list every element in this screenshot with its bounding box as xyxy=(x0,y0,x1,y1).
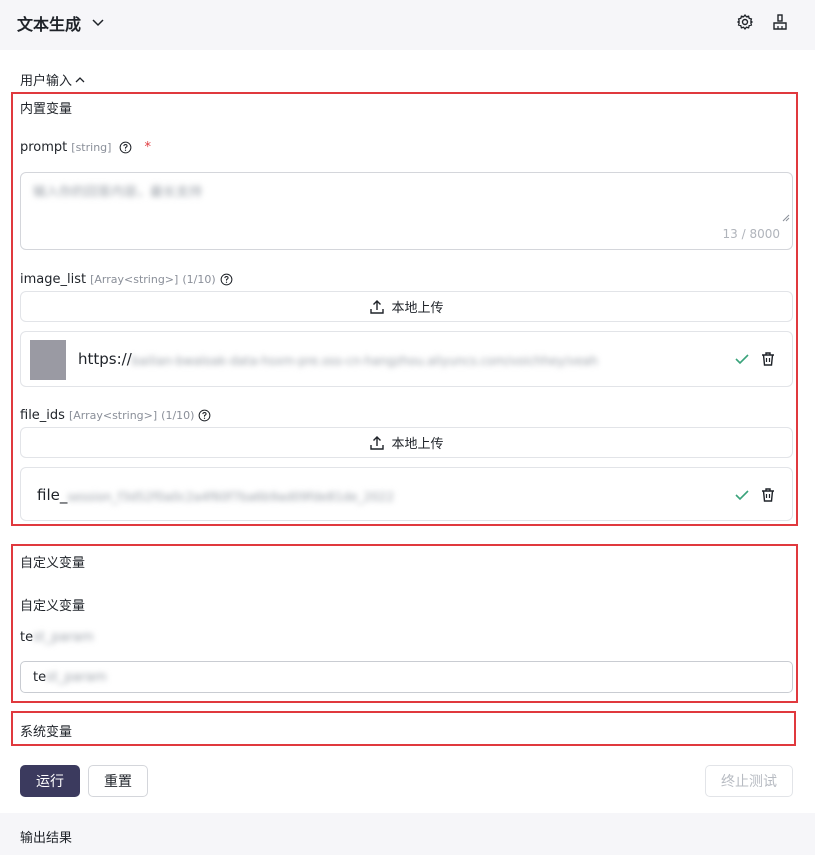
file-ids-count: (1/10) xyxy=(161,409,195,422)
chevron-up-icon xyxy=(75,76,85,82)
gear-icon[interactable] xyxy=(736,13,754,31)
image-thumbnail xyxy=(30,340,66,380)
file-ids-type: [Array<string>] xyxy=(68,409,158,422)
custom-variables-label: 自定义变量 xyxy=(20,556,86,571)
prompt-name: prompt xyxy=(20,140,68,155)
upload-label: 本地上传 xyxy=(391,301,444,316)
file-id-prefix: file_ xyxy=(37,486,68,504)
image-file-item: https://bailian-bwaloak-data-hsxm-pre.os… xyxy=(20,331,793,387)
upload-icon xyxy=(370,299,385,314)
required-mark: * xyxy=(144,140,151,155)
check-icon xyxy=(735,354,749,365)
page-title: 文本生成 xyxy=(17,15,82,34)
prompt-value: 输入你的回答内容，最长支持 xyxy=(33,185,203,200)
user-input-toggle[interactable]: 用户输入 xyxy=(20,70,86,89)
user-input-label: 用户输入 xyxy=(20,74,73,89)
custom-variable-input-prefix: te xyxy=(33,669,47,685)
custom-variable-name-rest: st_param xyxy=(33,630,94,645)
builtin-variables-label: 内置变量 xyxy=(20,102,73,117)
prompt-field-label: prompt [string] * xyxy=(20,140,151,155)
file-id-item: file_session_f3d52f0a0c2a4f60f7ba6b9ad09… xyxy=(20,467,793,521)
file-ids-upload-button[interactable]: 本地上传 xyxy=(20,427,793,458)
prompt-char-counter: 13 / 8000 xyxy=(722,227,780,241)
top-bar: 文本生成 xyxy=(0,0,815,50)
stop-test-button[interactable]: 终止测试 xyxy=(705,765,793,797)
reset-button[interactable]: 重置 xyxy=(88,765,148,797)
custom-variable-name-prefix: te xyxy=(20,630,34,645)
image-list-type: [Array<string>] xyxy=(90,273,179,286)
output-section: 输出结果 xyxy=(0,813,815,855)
prompt-type: [string] xyxy=(71,141,112,154)
prompt-textarea[interactable]: 输入你的回答内容，最长支持 13 / 8000 xyxy=(20,172,793,250)
image-file-url-rest: bailian-bwaloak-data-hsxm-pre.oss-cn-han… xyxy=(131,354,598,368)
trash-icon[interactable] xyxy=(760,351,776,367)
file-id-rest: session_f3d52f0a0c2a4f60f7ba6b9ad09fde81… xyxy=(67,490,395,504)
image-list-upload-button[interactable]: 本地上传 xyxy=(20,291,793,322)
system-variables-label[interactable]: 系统变量 xyxy=(20,721,72,740)
custom-variable-input[interactable]: te st_param xyxy=(20,661,793,693)
image-file-url: https://bailian-bwaloak-data-hsxm-pre.os… xyxy=(78,350,652,368)
custom-variable-input-rest: st_param xyxy=(46,669,107,685)
image-file-url-prefix: https:// xyxy=(78,350,132,368)
custom-variables-subtitle: 自定义变量 xyxy=(20,599,86,614)
run-button[interactable]: 运行 xyxy=(20,765,80,797)
check-icon xyxy=(735,490,749,501)
image-list-field-label: image_list [Array<string>] (1/10) xyxy=(20,272,233,287)
file-ids-field-label: file_ids [Array<string>] (1/10) xyxy=(20,408,211,423)
help-icon[interactable] xyxy=(220,273,233,286)
image-list-count: (1/10) xyxy=(182,273,216,286)
custom-variable-name: test_param xyxy=(20,630,94,645)
system-variables-highlight xyxy=(11,711,796,746)
file-ids-name: file_ids xyxy=(20,408,65,423)
upload-label: 本地上传 xyxy=(391,437,444,452)
output-label: 输出结果 xyxy=(20,831,73,846)
image-list-name: image_list xyxy=(20,272,87,287)
trash-icon[interactable] xyxy=(760,487,776,503)
help-icon[interactable] xyxy=(119,141,132,154)
broom-icon[interactable] xyxy=(771,13,789,31)
help-icon[interactable] xyxy=(198,409,211,422)
resize-handle-icon[interactable] xyxy=(782,214,790,222)
chevron-down-icon[interactable] xyxy=(90,14,106,30)
file-id-value: file_session_f3d52f0a0c2a4f60f7ba6b9ad09… xyxy=(37,486,427,504)
upload-icon xyxy=(370,435,385,450)
